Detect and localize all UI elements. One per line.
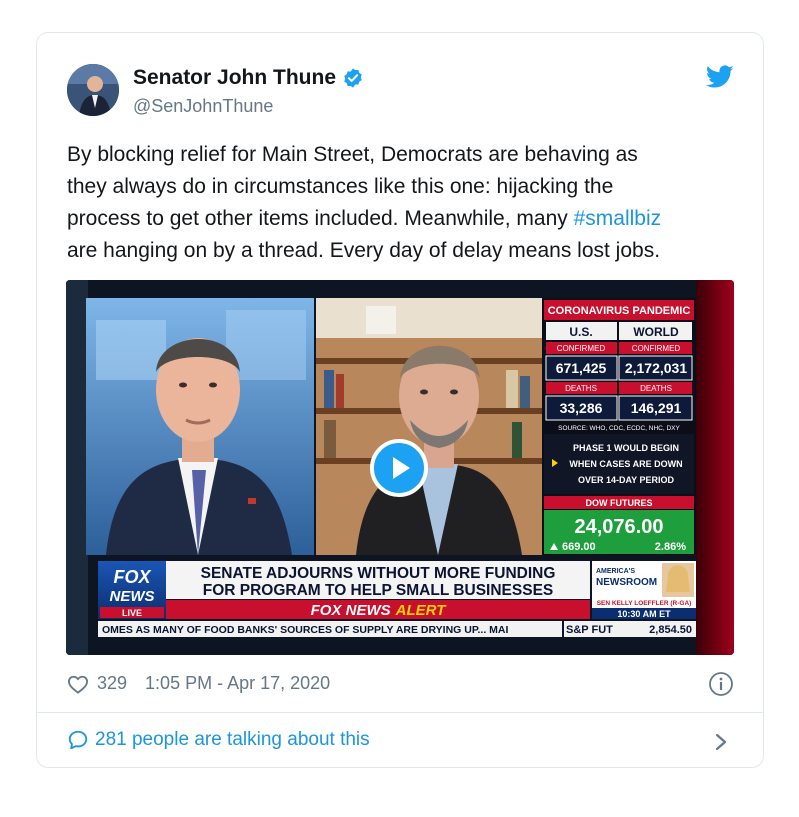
phase-line-3: OVER 14-DAY PERIOD <box>578 475 675 485</box>
sp-label: S&P FUT <box>566 624 613 636</box>
headline-line-2: FOR PROGRAM TO HELP SMALL BUSINESSES <box>203 582 554 599</box>
dow-label: DOW FUTURES <box>586 498 653 508</box>
tweet-card: Senator John Thune @SenJohnThune By bloc… <box>36 32 764 768</box>
tweet-text: By blocking relief for Main Street, Demo… <box>67 139 737 267</box>
conversation-count: 281 people are talking about this <box>95 729 370 750</box>
dow-percent: 2.86% <box>655 541 686 553</box>
conversation-link[interactable]: 281 people are talking about this <box>67 729 370 751</box>
play-button[interactable] <box>370 439 428 497</box>
logo-live: LIVE <box>122 608 142 618</box>
info-icon[interactable] <box>708 671 734 697</box>
alert-word: ALERT <box>395 602 448 619</box>
headline-line-1: SENATE ADJOURNS WITHOUT MORE FUNDING <box>201 565 556 582</box>
guest-name: SEN KELLY LOEFFLER (R-GA) <box>597 600 692 607</box>
tweet-timestamp[interactable]: 1:05 PM - Apr 17, 2020 <box>145 673 330 694</box>
ticker-text: OMES AS MANY OF FOOD BANKS' SOURCES OF S… <box>102 624 508 636</box>
twitter-bird-icon[interactable] <box>706 65 734 89</box>
dow-value: 24,076.00 <box>575 516 664 538</box>
us-confirmed-value: 671,425 <box>556 360 607 376</box>
author-name[interactable]: Senator John Thune <box>133 66 364 90</box>
logo-fox: FOX <box>113 567 151 587</box>
tweet-text-line: are hanging on by a thread. Every day of… <box>67 239 661 262</box>
speech-bubble-icon <box>68 730 88 750</box>
alert-fox-news: FOX NEWS <box>311 602 391 619</box>
like-count[interactable]: 329 <box>97 673 127 694</box>
tweet-meta: 329 1:05 PM - Apr 17, 2020 <box>67 673 330 694</box>
world-confirmed-value: 2,172,031 <box>625 360 687 376</box>
verified-badge-icon <box>344 68 362 88</box>
author-avatar[interactable] <box>67 64 119 116</box>
world-deaths-value: 146,291 <box>631 400 682 416</box>
phase-line-2: WHEN CASES ARE DOWN <box>569 459 682 469</box>
us-deaths-label: DEATHS <box>565 384 597 393</box>
play-icon <box>393 457 410 479</box>
show-time: 10:30 AM ET <box>617 609 671 619</box>
author-handle[interactable]: @SenJohnThune <box>133 96 273 117</box>
us-deaths-value: 33,286 <box>560 400 603 416</box>
world-deaths-label: DEATHS <box>640 384 672 393</box>
sp-value: 2,854.50 <box>649 624 692 636</box>
show-name-1: AMERICA'S <box>596 568 635 575</box>
panel-title: CORONAVIRUS PANDEMIC <box>548 305 691 317</box>
world-label: WORLD <box>633 325 679 339</box>
us-label: U.S. <box>569 325 592 339</box>
stats-source: SOURCE: WHO, CDC, ECDC, NHC, DXY <box>558 425 680 432</box>
tweet-text-line: they always do in circumstances like thi… <box>67 175 614 198</box>
tweet-text-line: By blocking relief for Main Street, Demo… <box>67 143 638 166</box>
us-confirmed-label: CONFIRMED <box>557 344 606 353</box>
alert-text: FOX NEWS ALERT <box>311 602 448 619</box>
world-confirmed-label: CONFIRMED <box>632 344 681 353</box>
hashtag-link[interactable]: #smallbiz <box>574 207 662 230</box>
video-player[interactable]: CORONAVIRUS PANDEMIC U.S. WORLD CONFIRME… <box>66 280 734 655</box>
show-name-2: NEWSROOM <box>596 577 657 588</box>
heart-icon[interactable] <box>67 674 89 694</box>
phase-line-1: PHASE 1 WOULD BEGIN <box>573 443 679 453</box>
chevron-right-icon[interactable] <box>713 732 729 752</box>
dow-change: 669.00 <box>562 541 596 553</box>
logo-news: NEWS <box>110 588 155 605</box>
tweet-text-fragment: process to get other items included. Mea… <box>67 207 574 230</box>
divider <box>37 712 763 713</box>
tweet-text-line: process to get other items included. Mea… <box>67 203 737 235</box>
